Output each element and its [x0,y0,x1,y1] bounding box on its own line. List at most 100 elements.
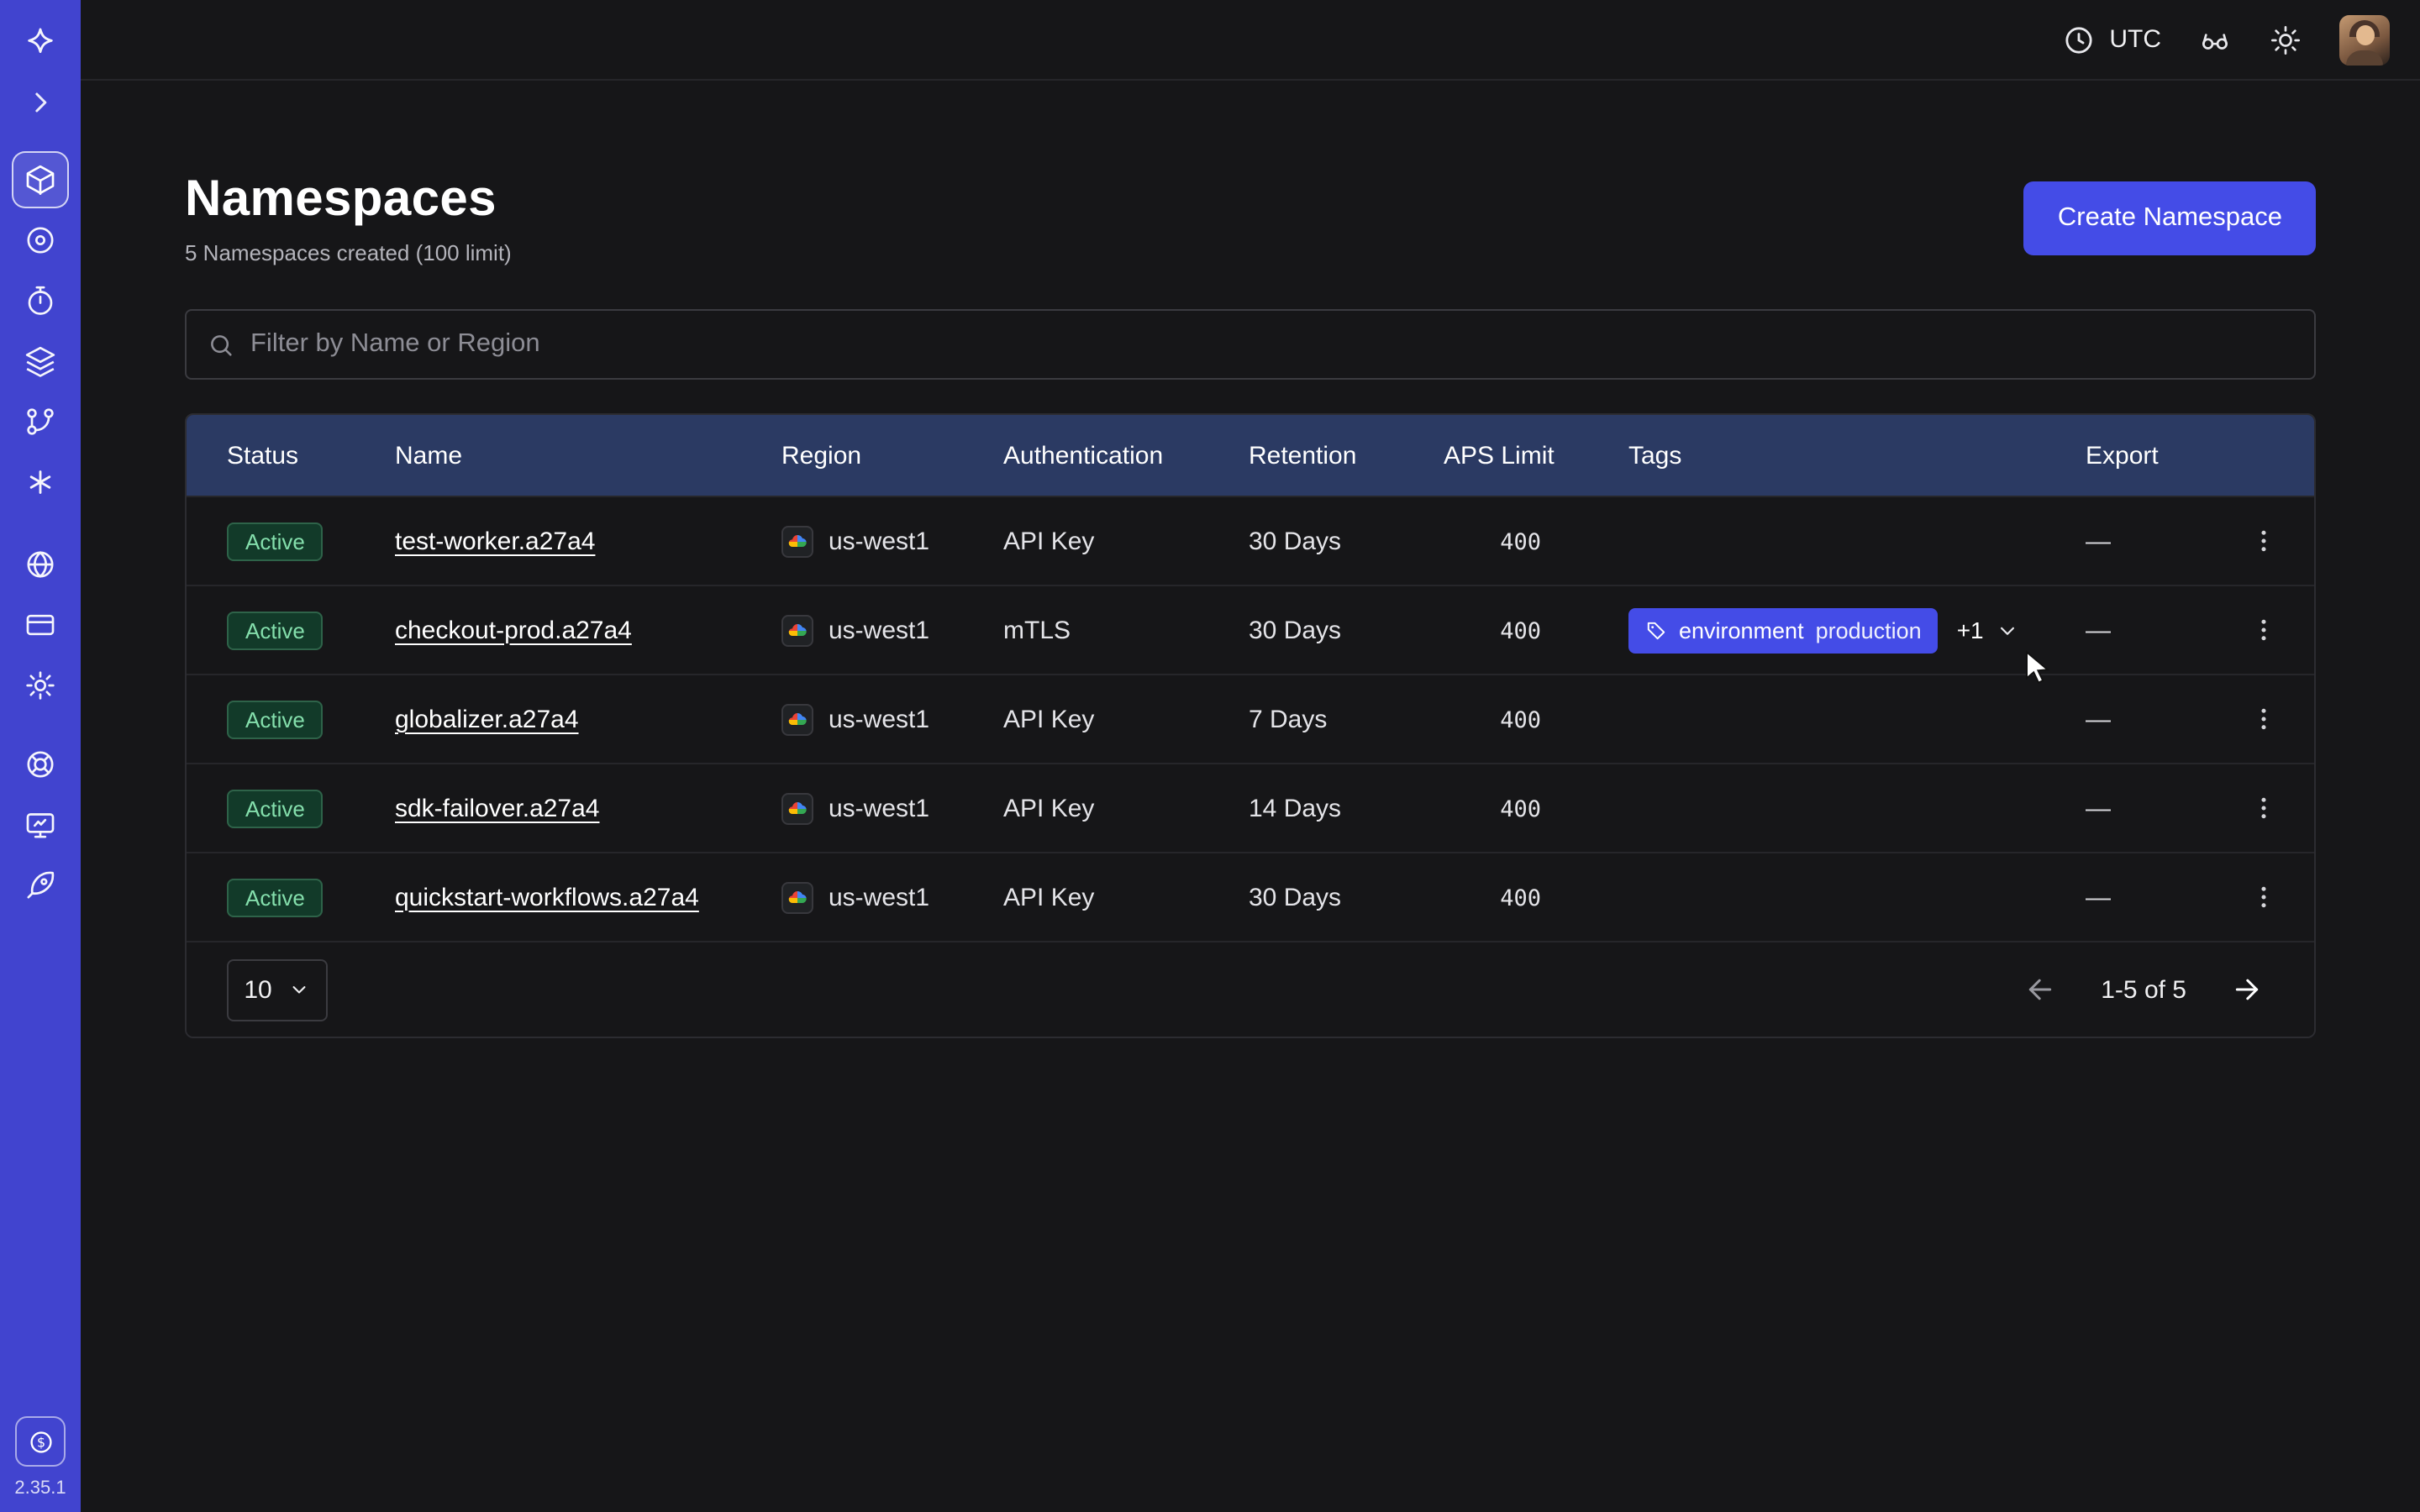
glasses-icon[interactable] [2198,23,2232,56]
sidebar-nav [0,0,81,926]
region-label: us-west1 [829,527,929,555]
page-title: Namespaces [185,171,512,228]
user-avatar[interactable] [2339,14,2390,65]
search-icon [207,330,235,359]
namespace-link[interactable]: quickstart-workflows.a27a4 [395,883,699,911]
avatar-decoration [2346,50,2383,65]
tag-expand-chevron-icon[interactable] [1996,617,2021,643]
main-content: Namespaces 5 Namespaces created (100 lim… [81,81,2420,1512]
export-value: — [2086,705,2213,733]
timezone-selector[interactable]: UTC [2062,23,2161,56]
export-value: — [2086,794,2213,822]
column-header-region: Region [781,441,1003,470]
cube-icon [24,163,57,197]
namespace-count-subtitle: 5 Namespaces created (100 limit) [185,240,512,265]
row-menu-kebab-icon[interactable] [2240,696,2287,743]
temporal-logo-icon[interactable] [20,22,60,62]
column-header-retention: Retention [1249,441,1444,470]
timezone-label: UTC [2109,25,2161,54]
aps-limit-value: 400 [1444,617,1541,644]
tag-chip[interactable]: environment production [1628,607,1939,653]
sidebar-item-disc-icon[interactable] [20,220,60,260]
content-column: UTC Namespaces 5 Namespaces created (100… [81,0,2420,1512]
row-menu-kebab-icon[interactable] [2240,785,2287,832]
tag-more-count[interactable]: +1 [1957,617,1984,643]
usage-dollar-icon[interactable]: $ [15,1416,66,1467]
table-footer: 10 1-5 of 5 [187,941,2314,1037]
sidebar: $ 2.35.1 [0,0,81,1512]
row-menu-kebab-icon[interactable] [2240,874,2287,921]
sidebar-footer: $ 2.35.1 [14,1416,66,1512]
previous-page-arrow-icon[interactable] [2023,973,2057,1006]
app-version: 2.35.1 [14,1478,66,1499]
app-root: $ 2.35.1 UTC [0,0,2420,1512]
topbar: UTC [81,0,2420,81]
page-size-selector[interactable]: 10 [227,958,328,1021]
export-value: — [2086,527,2213,555]
retention-value: 14 Days [1249,794,1444,822]
retention-value: 30 Days [1249,616,1444,644]
theme-sun-icon[interactable] [2269,23,2302,56]
sidebar-item-settings-gear-icon[interactable] [20,665,60,706]
region-label: us-west1 [829,794,929,822]
gcp-logo-icon [781,614,813,646]
next-page-arrow-icon[interactable] [2230,973,2264,1006]
sidebar-item-layers-icon[interactable] [20,341,60,381]
avatar-decoration [2356,24,2375,45]
filter-searchbar [185,309,2316,380]
auth-method: API Key [1003,794,1249,822]
namespace-link[interactable]: sdk-failover.a27a4 [395,794,600,822]
status-badge: Active [227,700,324,738]
sidebar-item-support-lifebuoy-icon[interactable] [20,744,60,785]
table-row: Active globalizer.a27a4 us-west1 API Key… [187,674,2314,763]
svg-text:$: $ [36,1434,45,1450]
gcp-logo-icon [781,881,813,913]
chevron-down-icon [287,978,311,1001]
row-menu-kebab-icon[interactable] [2240,517,2287,564]
column-header-authentication: Authentication [1003,441,1249,470]
retention-value: 30 Days [1249,527,1444,555]
sidebar-item-branch-icon[interactable] [20,402,60,442]
status-badge: Active [227,789,324,827]
namespace-link[interactable]: globalizer.a27a4 [395,705,579,733]
table-row: Active test-worker.a27a4 us-west1 API Ke… [187,496,2314,585]
auth-method: API Key [1003,883,1249,911]
sidebar-group-primary [12,151,69,522]
row-menu-kebab-icon[interactable] [2240,606,2287,654]
tags-cell: environment production +1 [1628,607,2086,653]
gcp-logo-icon [781,525,813,557]
column-header-aps-limit: APS Limit [1444,441,1628,470]
region-label: us-west1 [829,705,929,733]
retention-value: 30 Days [1249,883,1444,911]
tag-value: production [1816,617,1922,643]
aps-limit-value: 400 [1444,528,1541,555]
sidebar-item-timer-icon[interactable] [20,281,60,321]
filter-input[interactable] [250,329,2294,360]
sidebar-item-billing-card-icon[interactable] [20,605,60,645]
region-label: us-west1 [829,616,929,644]
auth-method: API Key [1003,527,1249,555]
namespaces-table: Status Name Region Authentication Retent… [185,413,2316,1038]
namespace-link[interactable]: test-worker.a27a4 [395,527,595,555]
create-namespace-button[interactable]: Create Namespace [2024,181,2316,255]
sidebar-item-globe-icon[interactable] [20,544,60,585]
page-size-value: 10 [244,975,271,1004]
sidebar-group-account [20,544,60,726]
sidebar-item-asterisk-icon[interactable] [20,462,60,502]
sidebar-expand-chevron-icon[interactable] [20,82,60,123]
namespace-link[interactable]: checkout-prod.a27a4 [395,616,632,644]
region-label: us-west1 [829,883,929,911]
pager: 1-5 of 5 [2023,973,2274,1006]
table-row: Active sdk-failover.a27a4 us-west1 API K… [187,763,2314,852]
table-row: Active checkout-prod.a27a4 us-west1 mTLS… [187,585,2314,674]
sidebar-item-namespaces[interactable] [12,151,69,208]
sidebar-group-help [20,744,60,926]
column-header-name: Name [395,441,781,470]
column-header-tags: Tags [1628,441,2086,470]
gcp-logo-icon [781,703,813,735]
gcp-logo-icon [781,792,813,824]
tag-key: environment [1679,617,1804,643]
column-header-export: Export [2086,441,2213,470]
sidebar-item-rocket-icon[interactable] [20,865,60,906]
sidebar-item-docs-monitor-icon[interactable] [20,805,60,845]
